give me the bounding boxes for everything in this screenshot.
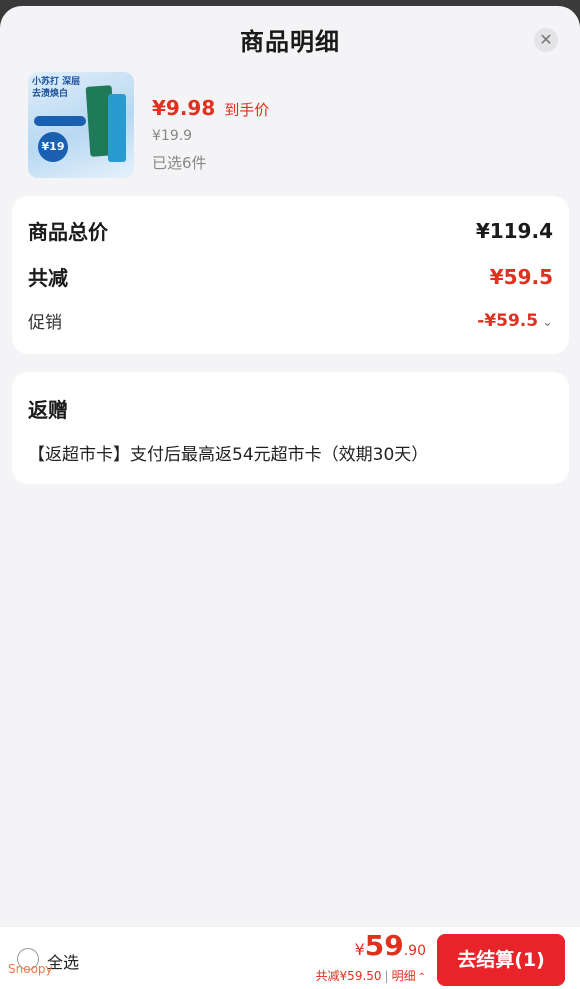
total-row: 商品总价 ¥119.4 [28, 216, 553, 245]
product-image-tag: 小苏打 深层去渍焕白 [32, 77, 81, 99]
gift-card: 返赠 【返超市卡】支付后最高返54元超市卡（效期30天） [12, 372, 569, 484]
page-title: 商品明细 [240, 28, 340, 56]
gift-text: 【返超市卡】支付后最高返54元超市卡（效期30天） [28, 445, 429, 465]
chevron-down-icon[interactable]: ⌄ [542, 315, 553, 330]
gift-title: 返赠 [28, 398, 68, 422]
promo-value-group[interactable]: -¥59.5 ⌄ [477, 311, 553, 331]
promo-label: 促销 [28, 313, 62, 333]
reduce-detail[interactable]: 共减¥59.50 | 明细 ⌃ [316, 967, 426, 984]
price-tag: 到手价 [224, 101, 270, 119]
product-image: 小苏打 深层去渍焕白 ¥19 [28, 72, 134, 178]
reduce-text: 共减¥59.50 [315, 969, 382, 983]
total-amount: ¥59.90 [355, 929, 426, 962]
reduce-label: 共减 [28, 266, 68, 290]
close-icon[interactable]: ✕ [534, 28, 558, 52]
reduce-row: 共减 ¥59.5 [28, 262, 553, 291]
total-value: ¥119.4 [475, 218, 553, 243]
original-price: ¥19.9 [152, 128, 193, 144]
reduce-value: ¥59.5 [489, 264, 553, 289]
total-label: 商品总价 [28, 220, 108, 244]
selected-count: 已选6件 [152, 154, 207, 172]
promo-row[interactable]: 促销 -¥59.5 ⌄ [28, 308, 553, 334]
amount-integer: 59 [364, 929, 404, 962]
promo-value: -¥59.5 [477, 310, 539, 331]
product-item: 小苏打 深层去渍焕白 ¥19 ¥9.98 到手价 ¥19.9 已选6件 [0, 72, 580, 196]
bottom-sheet: 商品明细 ✕ 小苏打 深层去渍焕白 ¥19 ¥9.98 到手价 ¥19.9 已选… [0, 6, 580, 989]
product-image-badge: ¥19 [38, 132, 68, 162]
checkout-bar: 全选 ¥59.90 共减¥59.50 | 明细 ⌃ 去结算(1) [0, 926, 580, 989]
separator: | [384, 969, 389, 983]
product-price: ¥9.98 [152, 96, 216, 120]
checkout-button[interactable]: 去结算(1) [437, 934, 565, 986]
detail-link[interactable]: 明细 [392, 969, 416, 983]
sheet-header: 商品明细 ✕ [0, 6, 580, 72]
chevron-up-icon[interactable]: ⌃ [418, 972, 426, 983]
product-price-line: ¥9.98 到手价 [152, 96, 269, 120]
amount-decimal: .90 [403, 943, 426, 959]
watermark: Snoopy [8, 962, 53, 976]
currency-symbol: ¥ [354, 940, 365, 959]
price-summary-card: 商品总价 ¥119.4 共减 ¥59.5 促销 -¥59.5 ⌄ [12, 196, 569, 354]
